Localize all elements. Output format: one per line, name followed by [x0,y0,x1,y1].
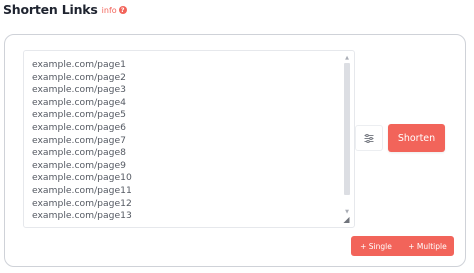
shorten-links-page: Shorten Links info ? example.com/page1 ex… [0,0,474,273]
sliders-icon [364,133,374,143]
link-line: example.com/page7 [32,134,126,146]
link-line: example.com/page4 [32,96,126,108]
scroll-thumb[interactable] [344,63,350,195]
info-link[interactable]: info ? [102,6,127,15]
shorten-card: example.com/page1 example.com/page2 exampl… [4,34,466,267]
link-line: example.com/page8 [32,147,126,159]
links-list: example.com/page1 example.com/page2 exampl… [32,59,132,223]
resize-handle-icon[interactable]: ◢ [342,215,351,224]
link-line: example.com/page6 [32,121,126,133]
info-label: info [101,5,117,15]
page-title: Shorten Links [3,1,98,17]
link-line: example.com/page9 [32,159,126,171]
link-line: example.com/page5 [32,109,126,121]
links-textarea[interactable]: example.com/page1 example.com/page2 exampl… [23,50,355,228]
link-line: example.com/page13 [32,210,132,222]
textarea-scrollbar[interactable]: ▲ ▼ [343,55,351,215]
link-line: example.com/page1 [32,59,126,70]
question-mark-icon: ? [118,6,127,14]
page-header: Shorten Links info ? [3,0,127,18]
single-mode-button[interactable]: + Single [351,236,401,256]
link-line: example.com/page11 [32,184,132,196]
link-line: example.com/page12 [32,197,132,209]
multiple-mode-button[interactable]: + Multiple [401,236,454,256]
link-line: example.com/page3 [32,84,126,96]
settings-button[interactable] [355,125,383,151]
scroll-up-icon[interactable]: ▲ [343,55,351,61]
link-line: example.com/page2 [32,71,126,83]
mode-toggle: + Single + Multiple [351,236,454,256]
shorten-button[interactable]: Shorten [388,124,445,152]
link-line: example.com/page10 [32,172,132,184]
